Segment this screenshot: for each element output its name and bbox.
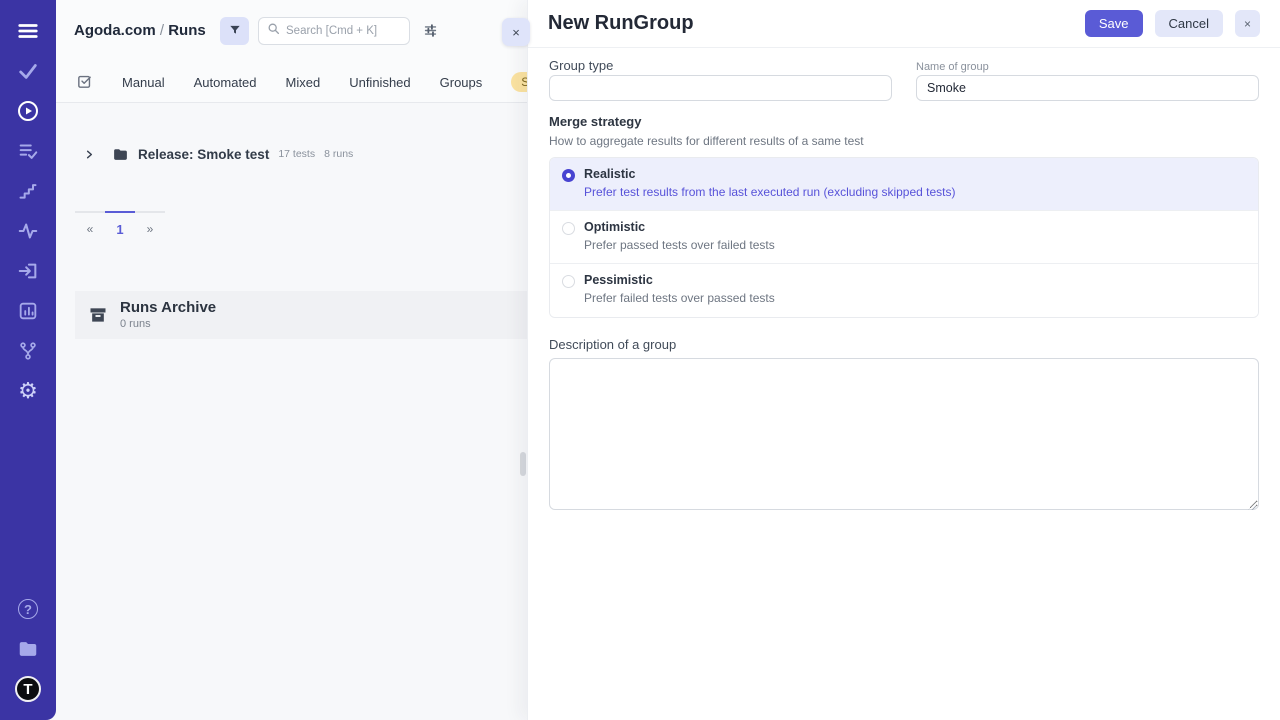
tab-manual[interactable]: Manual (122, 75, 165, 90)
import-icon[interactable] (15, 258, 41, 284)
select-all-icon[interactable] (76, 73, 93, 91)
pagination-next[interactable]: » (135, 211, 165, 245)
drawer-collapse-button[interactable]: × (502, 18, 530, 46)
run-group-title[interactable]: Release: Smoke test (138, 147, 269, 162)
radio-optimistic[interactable] (562, 222, 575, 235)
group-type-field: Group type (549, 58, 892, 101)
cancel-button[interactable]: Cancel (1155, 10, 1223, 37)
option-realistic[interactable]: Realistic Prefer test results from the l… (550, 158, 1258, 211)
runs-archive-row[interactable]: Runs Archive 0 runs (75, 291, 527, 339)
page-title: New RunGroup (548, 12, 694, 35)
drawer-actions: Save Cancel × (1085, 10, 1260, 37)
menu-icon[interactable] (15, 18, 41, 44)
radio-pessimistic[interactable] (562, 275, 575, 288)
option-label: Pessimistic (584, 273, 775, 287)
analytics-bar-chart-icon[interactable] (15, 298, 41, 324)
severity-badge[interactable]: Severity (511, 72, 527, 92)
help-icon[interactable]: ? (15, 596, 41, 622)
search-icon (267, 22, 280, 40)
folder-icon (112, 146, 129, 163)
runs-panel-header: Agoda.com / Runs Manual Automated Mixed … (56, 0, 527, 103)
pagination-page-1[interactable]: 1 (105, 211, 135, 245)
settings-gear-icon[interactable]: ⚙ (15, 378, 41, 404)
tab-unfinished[interactable]: Unfinished (349, 75, 410, 90)
group-type-label: Group type (549, 58, 892, 75)
archive-title: Runs Archive (120, 300, 216, 317)
archive-box-icon (88, 305, 108, 325)
tab-automated[interactable]: Automated (194, 75, 257, 90)
activity-pulse-icon[interactable] (15, 218, 41, 244)
run-group-row[interactable]: Release: Smoke test 17 tests 8 runs (56, 139, 527, 169)
save-button[interactable]: Save (1085, 10, 1143, 37)
runs-panel-content: Release: Smoke test 17 tests 8 runs « 1 … (56, 103, 527, 720)
merge-strategy-hint: How to aggregate results for different r… (549, 134, 1259, 148)
tab-mixed[interactable]: Mixed (286, 75, 321, 90)
new-rungroup-drawer: New RunGroup Save Cancel × Group type Na… (527, 0, 1280, 720)
breadcrumb: Agoda.com / Runs (74, 22, 206, 39)
test-plans-list-check-icon[interactable] (15, 138, 41, 164)
pagination: « 1 » (75, 211, 165, 245)
option-pessimistic[interactable]: Pessimistic Prefer failed tests over pas… (550, 264, 1258, 317)
projects-folder-icon[interactable] (15, 636, 41, 662)
name-of-group-label: Name of group (916, 58, 1259, 75)
close-icon[interactable]: × (1235, 10, 1260, 37)
panel-scrollbar-thumb[interactable] (520, 452, 526, 476)
search-input[interactable] (286, 25, 396, 37)
chevron-right-icon[interactable] (84, 149, 95, 160)
option-optimistic[interactable]: Optimistic Prefer passed tests over fail… (550, 211, 1258, 264)
funnel-icon (228, 23, 242, 40)
rungroup-form: Group type Name of group Merge strategy … (528, 48, 1280, 515)
radio-realistic[interactable] (562, 169, 575, 182)
adjustments-sliders-icon[interactable] (418, 20, 442, 44)
search-box (258, 17, 410, 45)
option-label: Realistic (584, 167, 956, 181)
description-textarea[interactable] (549, 358, 1259, 510)
app-logo-avatar[interactable]: T (15, 676, 41, 702)
option-label: Optimistic (584, 220, 775, 234)
runs-count: 8 runs (324, 148, 353, 160)
breadcrumb-page[interactable]: Runs (168, 22, 206, 39)
app-sidebar: ⚙ ? T (0, 0, 56, 720)
name-of-group-input[interactable] (916, 75, 1259, 101)
option-description: Prefer passed tests over failed tests (584, 238, 775, 252)
runs-play-circle-icon[interactable] (15, 98, 41, 124)
filter-tabs-row: Manual Automated Mixed Unfinished Groups… (56, 62, 527, 103)
merge-strategy-label: Merge strategy (549, 114, 1259, 129)
tests-check-icon[interactable] (15, 58, 41, 84)
description-label: Description of a group (549, 337, 1259, 352)
tab-groups[interactable]: Groups (440, 75, 483, 90)
tests-count: 17 tests (278, 148, 315, 160)
archive-subtitle: 0 runs (120, 318, 216, 330)
filter-button[interactable] (220, 17, 249, 45)
breadcrumb-separator: / (156, 22, 169, 39)
pagination-prev[interactable]: « (75, 211, 105, 245)
breadcrumb-project[interactable]: Agoda.com (74, 22, 156, 39)
milestones-steps-icon[interactable] (15, 178, 41, 204)
name-of-group-field: Name of group (916, 58, 1259, 101)
git-branch-icon[interactable] (15, 338, 41, 364)
drawer-header: New RunGroup Save Cancel × (528, 0, 1280, 48)
option-description: Prefer failed tests over passed tests (584, 291, 775, 305)
group-type-input[interactable] (549, 75, 892, 101)
merge-strategy-options: Realistic Prefer test results from the l… (549, 157, 1259, 318)
runs-list-panel: Agoda.com / Runs Manual Automated Mixed … (56, 0, 527, 720)
option-description: Prefer test results from the last execut… (584, 185, 956, 199)
